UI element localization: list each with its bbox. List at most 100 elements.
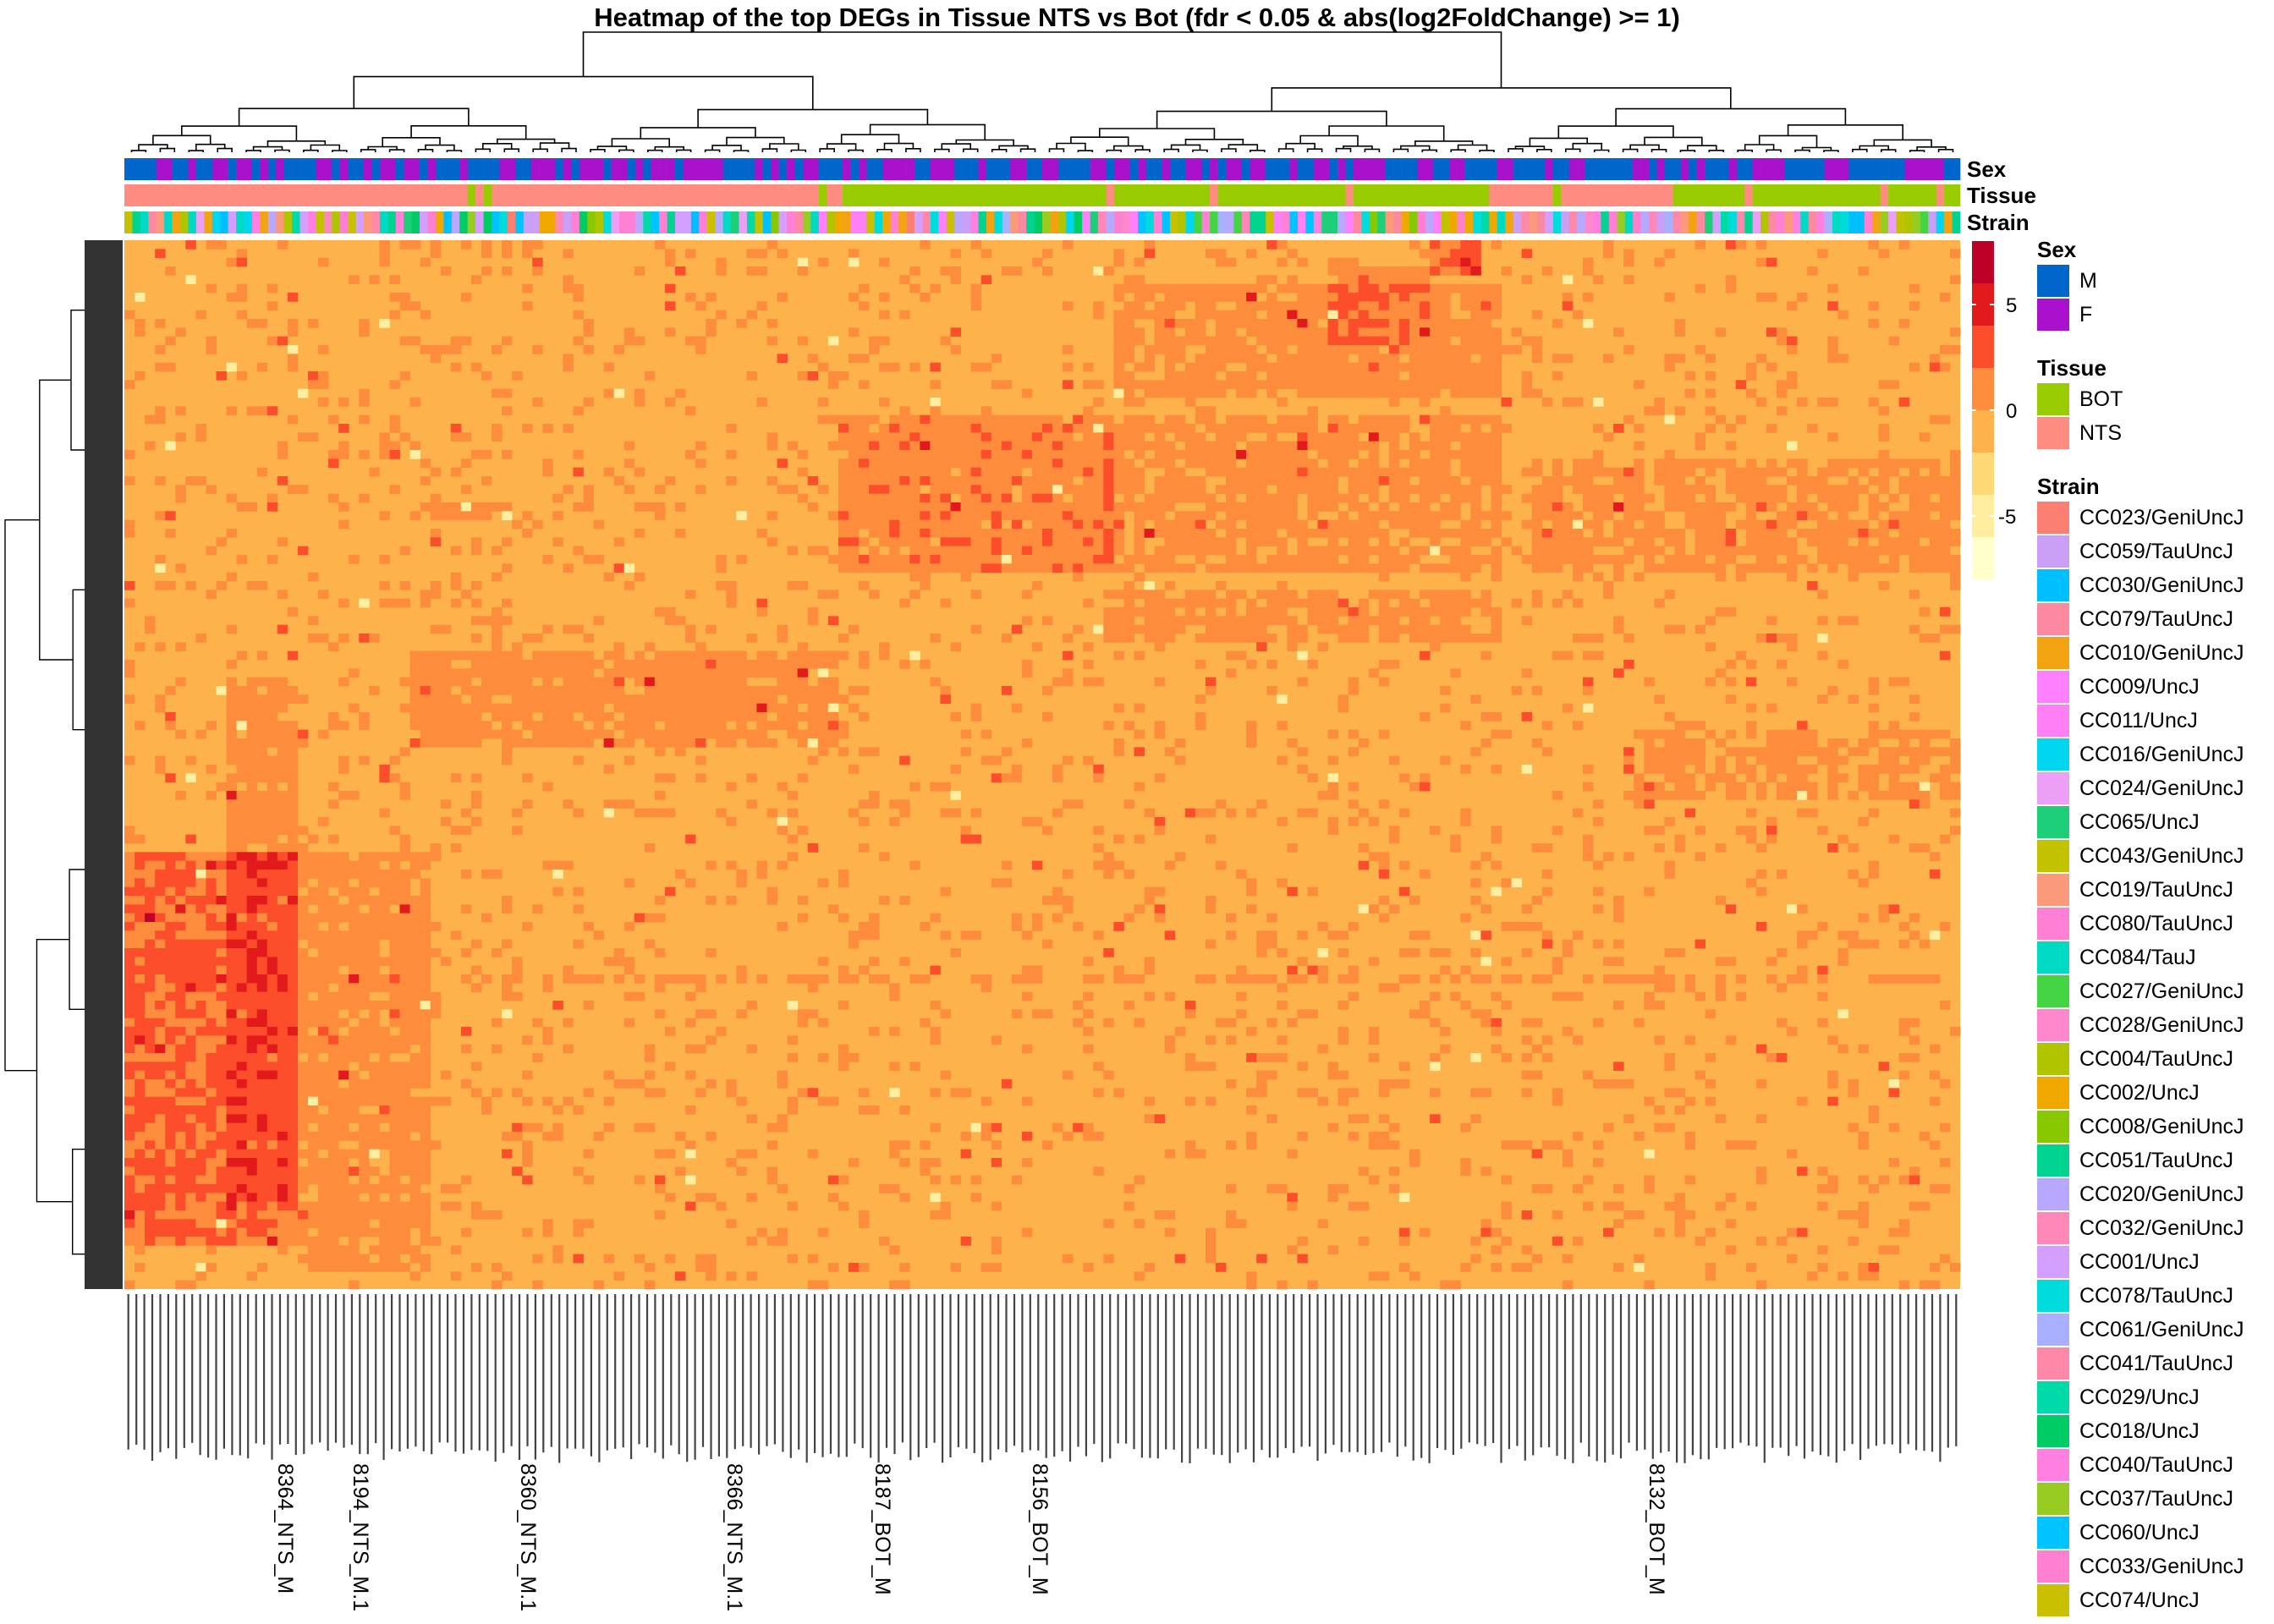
heatmap-cell <box>889 1140 900 1150</box>
heatmap-cell <box>399 1009 410 1019</box>
strain-annotation-cell <box>1026 211 1035 233</box>
heatmap-cell <box>859 519 870 529</box>
heatmap-cell <box>1113 1088 1124 1098</box>
heatmap-cell <box>369 1009 380 1019</box>
heatmap-cell <box>297 1175 309 1185</box>
heatmap-cell <box>308 1175 319 1185</box>
heatmap-cell <box>175 870 186 879</box>
strain-annotation-cell <box>1098 211 1107 233</box>
strain-annotation-cell <box>675 211 684 233</box>
heatmap-cell <box>1134 380 1145 390</box>
tissue-annotation-cell <box>1425 184 1434 206</box>
heatmap-cell <box>654 808 666 818</box>
heatmap-cell <box>1256 1070 1267 1080</box>
heatmap-cell <box>328 1009 339 1019</box>
heatmap-cell <box>185 904 196 914</box>
heatmap-cell <box>277 939 288 949</box>
heatmap-cell <box>297 1210 309 1220</box>
heatmap-cell <box>1246 808 1257 818</box>
heatmap-cell <box>399 1044 410 1054</box>
heatmap-cell <box>460 948 472 957</box>
heatmap-cell <box>1246 493 1257 503</box>
heatmap-cell <box>481 668 492 678</box>
heatmap-cell <box>266 922 278 931</box>
heatmap-cell <box>246 913 258 923</box>
heatmap-cell <box>389 886 400 897</box>
heatmap-cell <box>318 1044 329 1054</box>
heatmap-cell <box>226 1035 238 1045</box>
heatmap-cell <box>1287 336 1298 346</box>
heatmap-cell <box>930 555 941 564</box>
heatmap-cell <box>613 537 625 547</box>
heatmap-cell <box>206 1122 217 1133</box>
heatmap-cell <box>879 476 890 486</box>
heatmap-cell <box>1215 581 1227 590</box>
strain-annotation-cell <box>1633 211 1641 233</box>
heatmap-cell <box>216 1035 227 1045</box>
heatmap-cell <box>124 974 135 984</box>
heatmap-cell <box>940 485 951 495</box>
heatmap-cell <box>817 957 829 967</box>
tissue-annotation-cell <box>555 184 564 206</box>
heatmap-cell <box>409 301 421 311</box>
heatmap-cell <box>736 729 747 739</box>
strain-annotation-cell <box>1848 211 1857 233</box>
strain-annotation-cell <box>211 211 221 233</box>
heatmap-cell <box>664 721 676 731</box>
heatmap-cell <box>318 1088 329 1098</box>
heatmap-cell <box>930 677 941 687</box>
heatmap-cell <box>1205 450 1217 459</box>
heatmap-cell <box>1042 519 1053 529</box>
heatmap-cell <box>236 826 248 836</box>
heatmap-cell <box>338 1035 349 1045</box>
heatmap-cell <box>1052 1122 1063 1133</box>
heatmap-cell <box>1031 485 1043 495</box>
heatmap-cell <box>654 896 666 905</box>
strain-annotation-cell <box>1656 211 1666 233</box>
heatmap-cell <box>379 1001 390 1010</box>
heatmap-cell <box>318 1070 329 1080</box>
heatmap-cell <box>1195 546 1206 556</box>
heatmap-cell <box>338 1096 349 1106</box>
heatmap-cell <box>859 502 870 512</box>
heatmap-cell <box>226 1140 238 1150</box>
heatmap-cell <box>664 398 676 407</box>
heatmap-cell <box>1164 860 1176 870</box>
heatmap-cell <box>603 765 615 774</box>
heatmap-cell <box>246 1027 258 1036</box>
heatmap-cell <box>766 886 777 897</box>
heatmap-cell <box>746 310 757 320</box>
heatmap-cell <box>869 511 880 521</box>
tissue-annotation-cell <box>579 184 588 206</box>
heatmap-cell <box>1093 266 1104 276</box>
heatmap-cell <box>155 1079 166 1089</box>
heatmap-cell <box>940 563 951 573</box>
heatmap-cell <box>246 799 258 809</box>
heatmap-cell <box>542 424 553 433</box>
sex-annotation-cell <box>323 158 332 180</box>
heatmap-cell <box>287 817 299 826</box>
heatmap-cell <box>909 424 920 433</box>
heatmap-cell <box>226 965 238 975</box>
strain-annotation-cell <box>1872 211 1881 233</box>
strain-annotation-cell <box>244 211 253 233</box>
heatmap-cell <box>389 1149 400 1159</box>
heatmap-cell <box>1226 1018 1237 1028</box>
heatmap-cell <box>1123 590 1134 600</box>
heatmap-cell <box>195 878 206 888</box>
heatmap-cell <box>277 747 288 757</box>
heatmap-cell <box>185 896 196 905</box>
heatmap-cell <box>236 922 248 931</box>
heatmap-cell <box>1103 485 1114 495</box>
heatmap-cell <box>195 1193 206 1203</box>
heatmap-cell <box>216 782 227 792</box>
heatmap-cell <box>899 555 910 564</box>
heatmap-cell <box>583 1175 594 1185</box>
heatmap-cell <box>409 1096 421 1106</box>
heatmap-cell <box>328 870 339 879</box>
heatmap-cell <box>1164 283 1176 294</box>
heatmap-cell <box>1184 1140 1196 1150</box>
heatmap-cell <box>185 1114 196 1124</box>
heatmap-cell <box>1195 634 1206 643</box>
heatmap-cell <box>287 1132 299 1141</box>
